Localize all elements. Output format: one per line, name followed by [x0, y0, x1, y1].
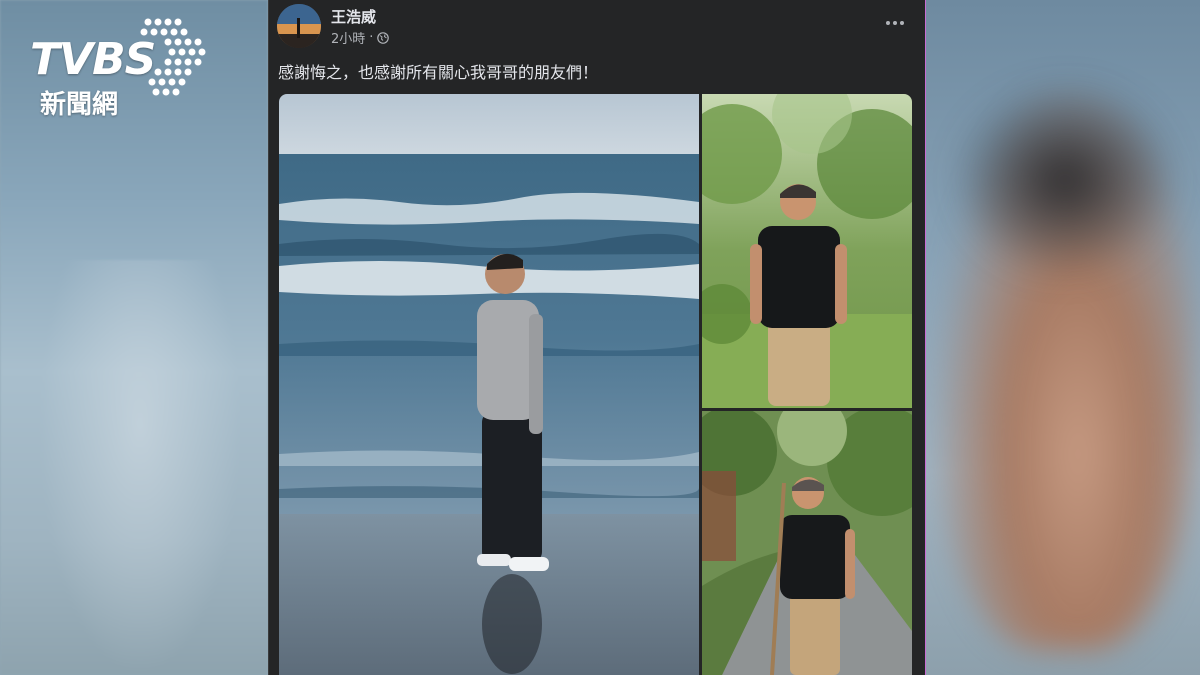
photo-forest[interactable]: [702, 94, 912, 408]
author-name[interactable]: 王浩威: [331, 6, 376, 27]
logo-subtitle: 新聞網: [40, 90, 119, 120]
logo-text: TVBS: [30, 34, 156, 85]
photo-beach[interactable]: [279, 94, 699, 675]
post-time[interactable]: 2小時: [331, 28, 365, 47]
blurred-portrait-hair: [950, 80, 1180, 280]
post-meta: 2小時 ·: [331, 28, 390, 47]
author-avatar[interactable]: [277, 4, 321, 48]
avatar-image: [277, 4, 321, 48]
logo-dots-icon: [140, 18, 206, 96]
tvbs-logo: TVBS 新聞網: [30, 16, 210, 120]
photo-path[interactable]: [702, 411, 912, 675]
more-options-icon[interactable]: [881, 12, 909, 34]
facebook-post: 王浩威 2小時 · 感謝悔之，也感謝所有關心我哥哥的朋友們！: [268, 0, 926, 675]
meta-separator: ·: [369, 30, 374, 45]
post-caption: 感謝悔之，也感謝所有關心我哥哥的朋友們！: [278, 63, 599, 82]
globe-icon: [377, 31, 390, 44]
